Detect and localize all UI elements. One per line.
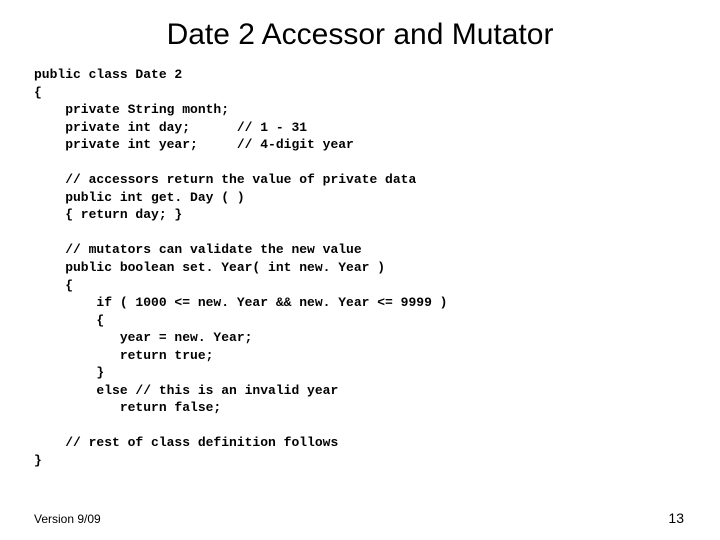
code-line: // accessors return the value of private… bbox=[34, 172, 416, 187]
code-line: { return day; } bbox=[34, 207, 182, 222]
code-line: { bbox=[34, 278, 73, 293]
code-line: year = new. Year; bbox=[34, 330, 252, 345]
code-line: else // this is an invalid year bbox=[34, 383, 338, 398]
code-block: public class Date 2 { private String mon… bbox=[34, 66, 720, 470]
code-line: // rest of class definition follows bbox=[34, 435, 338, 450]
code-line: { bbox=[34, 85, 42, 100]
page-number: 13 bbox=[668, 510, 684, 526]
code-line: return true; bbox=[34, 348, 213, 363]
code-line: public int get. Day ( ) bbox=[34, 190, 245, 205]
code-line: public boolean set. Year( int new. Year … bbox=[34, 260, 385, 275]
code-line: } bbox=[34, 365, 104, 380]
code-line: public class Date 2 bbox=[34, 67, 182, 82]
code-line: } bbox=[34, 453, 42, 468]
code-line: { bbox=[34, 313, 104, 328]
code-line: private String month; bbox=[34, 102, 229, 117]
version-label: Version 9/09 bbox=[34, 512, 101, 526]
code-line: private int day; // 1 - 31 bbox=[34, 120, 307, 135]
page-title: Date 2 Accessor and Mutator bbox=[0, 0, 720, 52]
code-line: private int year; // 4-digit year bbox=[34, 137, 354, 152]
code-line: return false; bbox=[34, 400, 221, 415]
slide: Date 2 Accessor and Mutator public class… bbox=[0, 0, 720, 540]
code-line: if ( 1000 <= new. Year && new. Year <= 9… bbox=[34, 295, 447, 310]
code-line: // mutators can validate the new value bbox=[34, 242, 362, 257]
